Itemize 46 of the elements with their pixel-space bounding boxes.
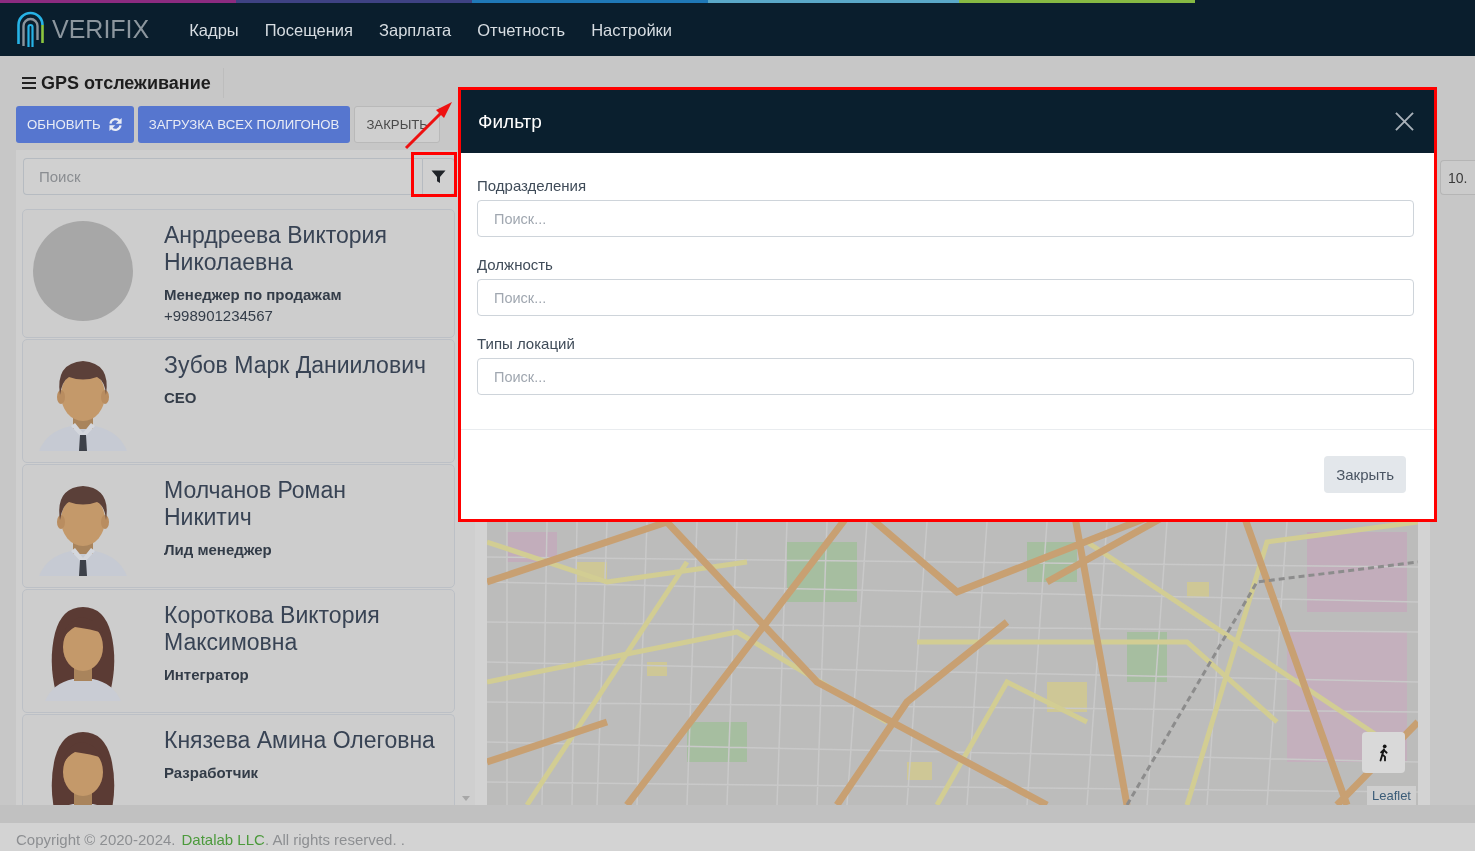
pedestrian-button[interactable] <box>1362 732 1405 773</box>
field-label: Подразделения <box>477 177 588 195</box>
close-button[interactable]: ЗАКРЫТЬ <box>354 106 440 143</box>
employee-position: Интегратор <box>164 665 249 685</box>
dialog-close-button[interactable] <box>1395 112 1414 131</box>
load-polygons-button[interactable]: ЗАГРУЗКА ВСЕХ ПОЛИГОНОВ <box>137 106 351 143</box>
filter-input[interactable]: Поиск... <box>477 279 1414 316</box>
dialog-title: Фильтр <box>478 110 542 133</box>
page-title: GPS отслеживание <box>41 72 211 94</box>
toolbar-button[interactable]: 10. <box>1440 160 1475 195</box>
employee-card[interactable]: Князева Амина Олеговна Разработчик <box>22 714 455 805</box>
employee-position: Разработчик <box>164 763 259 783</box>
employee-phone: +998901234567 <box>164 306 273 326</box>
refresh-button[interactable]: ОБНОВИТЬ <box>16 106 134 143</box>
employee-card[interactable]: Короткова Виктория Максимовна Интегратор <box>22 589 455 713</box>
employee-card[interactable]: Молчанов Роман Никитич Лид менеджер <box>22 464 455 588</box>
logo-text: VERIFIX <box>52 17 150 42</box>
employee-name: Анрдреева Виктория Николаевна <box>164 222 388 276</box>
filter-input[interactable]: Поиск... <box>477 200 1414 237</box>
copyright-text: Copyright © 2020-2024. Datalab LLC. All rights reserved. . <box>16 830 406 850</box>
menu-icon[interactable] <box>22 77 36 89</box>
field-label: Типы локаций <box>477 335 576 353</box>
sync-icon <box>107 117 123 132</box>
nav-menu-item[interactable]: Зарплата <box>379 19 452 40</box>
employee-name: Короткова Виктория Максимовна <box>164 602 381 656</box>
fingerprint-icon <box>15 9 46 50</box>
filter-input[interactable]: Поиск... <box>477 358 1414 395</box>
filter-icon <box>431 169 446 184</box>
nav-menu-item[interactable]: Настройки <box>591 19 673 40</box>
field-label: Должность <box>477 256 554 274</box>
employee-position: Менеджер по продажам <box>164 285 342 305</box>
nav-menu-item[interactable]: Отчетность <box>477 19 566 40</box>
employee-position: CEO <box>164 388 197 408</box>
close-icon <box>1395 112 1414 131</box>
employee-name: Молчанов Роман Никитич <box>164 477 347 531</box>
employee-name: Зубов Марк Даниилович <box>164 352 426 379</box>
attribution-link[interactable]: Leaflet <box>1366 786 1416 805</box>
nav-menu-item[interactable]: Кадры <box>189 19 239 40</box>
nav-menu-item[interactable]: Посещения <box>264 19 353 40</box>
search-field[interactable]: Поиск <box>23 158 422 195</box>
walking-person-icon <box>1377 743 1390 762</box>
employee-card[interactable]: Анрдреева Виктория Николаевна Менеджер по продажам +998901234567 <box>22 209 455 338</box>
employee-position: Лид менеджер <box>164 540 272 560</box>
footer-close-button[interactable]: Закрыть <box>1324 456 1406 493</box>
employee-card[interactable]: Зубов Марк Даниилович CEO <box>22 339 455 463</box>
employee-name: Князева Амина Олеговна <box>164 727 435 754</box>
